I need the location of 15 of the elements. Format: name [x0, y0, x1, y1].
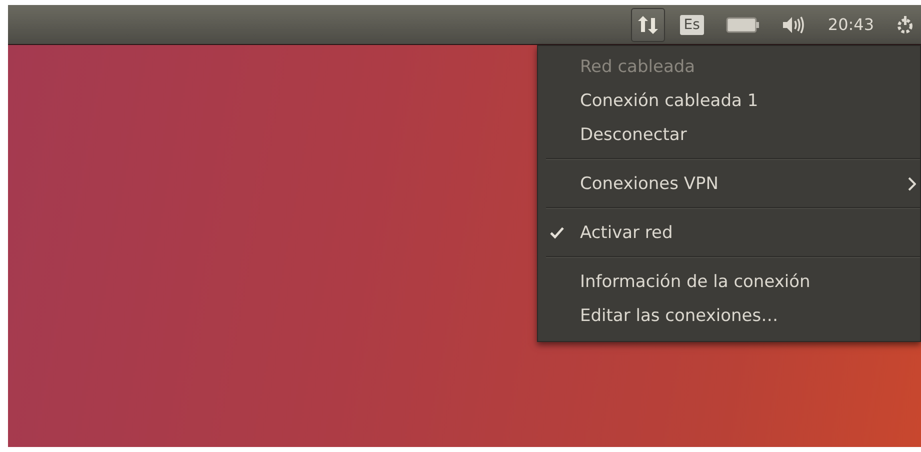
speaker-icon [782, 16, 806, 34]
panel-indicator[interactable]: 20:43 [820, 8, 881, 42]
clock-time: 20:43 [828, 15, 874, 34]
keyboard-layout-label: Es [680, 14, 704, 34]
chevron-right-icon [908, 177, 916, 191]
menu-item[interactable]: Editar las conexiones… [538, 299, 920, 333]
menu-item[interactable]: Desconectar [538, 118, 920, 152]
menu-item[interactable]: Información de la conexión [538, 265, 920, 299]
menu-item[interactable]: Conexión cableada 1 [538, 84, 920, 118]
panel-indicator[interactable] [630, 8, 665, 42]
network-arrows-icon [638, 14, 658, 34]
menu-item[interactable]: Activar red [538, 216, 920, 250]
panel-indicator[interactable]: Es [672, 8, 711, 42]
menu-item[interactable]: Conexiones VPN [538, 167, 920, 201]
battery-icon [726, 16, 760, 32]
